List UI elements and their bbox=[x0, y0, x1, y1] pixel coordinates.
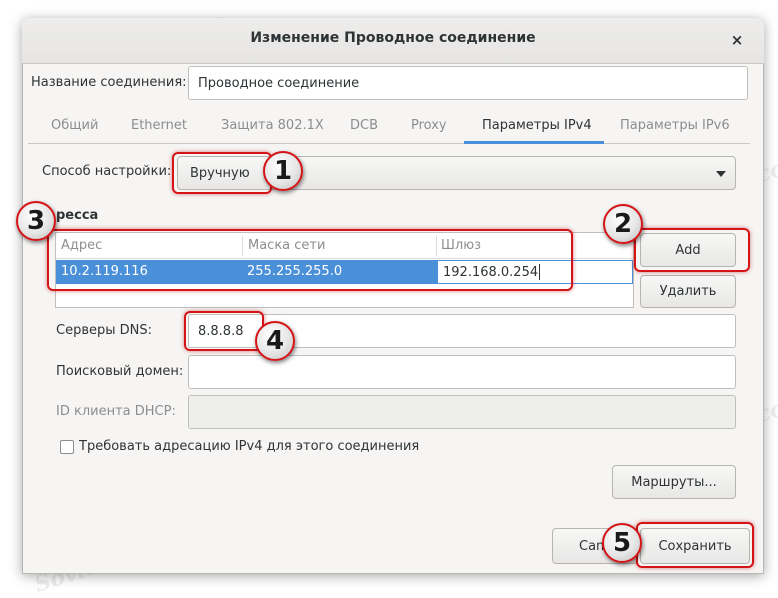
search-domain-label: Поисковый домен: bbox=[56, 364, 184, 379]
delete-address-button[interactable]: Удалить bbox=[640, 275, 736, 308]
dns-label: Серверы DNS: bbox=[56, 323, 153, 338]
annotation-highlight-method bbox=[172, 152, 272, 194]
connection-name-input[interactable]: Проводное соединение bbox=[188, 66, 748, 100]
require-ipv4-checkbox[interactable] bbox=[60, 440, 74, 454]
dhcp-client-input bbox=[188, 395, 736, 429]
annotation-highlight-table bbox=[47, 229, 573, 291]
tab-general[interactable]: Общий bbox=[51, 118, 98, 133]
annotation-badge-3: 3 bbox=[16, 201, 56, 241]
annotation-badge-5: 5 bbox=[602, 523, 642, 563]
annotation-badge-2: 2 bbox=[603, 204, 643, 244]
annotation-highlight-dns bbox=[184, 311, 264, 351]
require-ipv4-label[interactable]: Требовать адресацию IPv4 для этого соеди… bbox=[79, 439, 419, 454]
connection-name-label: Название соединения: bbox=[31, 75, 187, 90]
tab-8021x[interactable]: Защита 802.1X bbox=[221, 118, 324, 133]
dhcp-client-label: ID клиента DHCP: bbox=[56, 404, 176, 419]
active-tab-indicator bbox=[464, 141, 604, 144]
close-icon[interactable]: × bbox=[729, 32, 745, 48]
tab-ethernet[interactable]: Ethernet bbox=[131, 118, 187, 133]
chevron-down-icon bbox=[716, 171, 726, 177]
window-title: Изменение Проводное соединение bbox=[250, 30, 536, 46]
tab-proxy[interactable]: Proxy bbox=[411, 118, 447, 133]
tab-dcb[interactable]: DCB bbox=[350, 118, 378, 133]
addresses-section-label: ресса bbox=[56, 208, 99, 223]
routes-button[interactable]: Маршруты... bbox=[612, 465, 736, 499]
annotation-highlight-save bbox=[636, 522, 754, 568]
annotation-highlight-add bbox=[634, 228, 750, 272]
tab-ipv6[interactable]: Параметры IPv6 bbox=[620, 118, 730, 133]
method-label: Способ настройки: bbox=[42, 164, 172, 179]
tab-ipv4[interactable]: Параметры IPv4 bbox=[482, 118, 592, 133]
annotation-badge-1: 1 bbox=[263, 151, 303, 191]
annotation-badge-4: 4 bbox=[255, 321, 295, 361]
